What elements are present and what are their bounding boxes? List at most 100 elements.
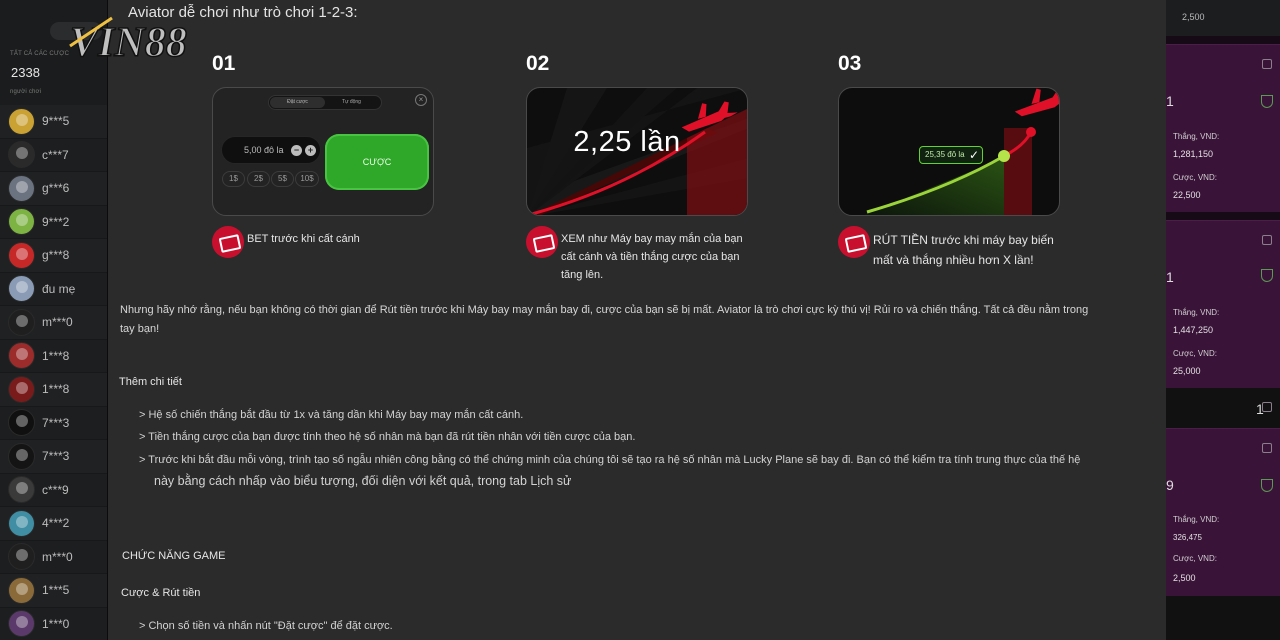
win-card-3: 9 Thắng, VND: 326,475 Cược, VND: 2,500 xyxy=(1166,428,1280,596)
avatar xyxy=(8,241,35,269)
win-card-1: 1 Thắng, VND: 1,281,150 Cược, VND: 22,50… xyxy=(1166,44,1280,212)
step-number-2: 02 xyxy=(526,52,550,75)
bet-value: 2,500 xyxy=(1173,573,1196,583)
bet-player-name: m***0 xyxy=(42,549,73,564)
tab-auto: Tự động xyxy=(342,99,361,105)
avatar xyxy=(8,610,35,638)
chip-2: 2$ xyxy=(247,171,270,187)
avatar xyxy=(8,107,35,135)
players-label: người chơi xyxy=(10,89,42,95)
win-label: Thắng, VND: xyxy=(1173,515,1220,524)
functions-heading: CHỨC NĂNG GAME xyxy=(122,550,226,562)
bet-player-name: c***7 xyxy=(42,147,69,162)
bet-row: m***0 xyxy=(0,540,107,574)
avatar xyxy=(8,141,35,169)
bet-player-name: m***0 xyxy=(42,315,73,330)
bet-button: CƯỢC xyxy=(325,134,429,190)
bet-player-name: c***9 xyxy=(42,482,69,497)
bet-row: 7***3 xyxy=(0,406,107,440)
vin88-logo: VIN88 xyxy=(62,12,222,64)
card-digit-1: 1 xyxy=(1166,93,1174,109)
thumb-up-icon[interactable] xyxy=(1262,235,1272,245)
money-icon xyxy=(212,226,244,258)
tab-bet: Đặt cược xyxy=(270,97,325,108)
avatar xyxy=(8,308,35,336)
bet-row: 1***0 xyxy=(0,607,107,640)
warning-paragraph: Nhưng hãy nhớ rằng, nếu bạn không có thờ… xyxy=(120,304,1089,335)
top-wins-header: 2,500 xyxy=(1166,0,1280,36)
avatar xyxy=(8,409,35,437)
avatar xyxy=(8,375,35,403)
bet-player-name: g***8 xyxy=(42,248,70,263)
bet-row: m***0 xyxy=(0,306,107,340)
chip-5: 5$ xyxy=(271,171,294,187)
shield-icon[interactable] xyxy=(1261,269,1273,282)
shield-icon[interactable] xyxy=(1261,479,1273,492)
bet-row: 4***2 xyxy=(0,507,107,541)
chip-10: 10$ xyxy=(295,171,319,187)
step-caption-1: BET trước khi cất cánh xyxy=(212,226,360,258)
bet-amount-field: 5,00 đô la − + xyxy=(221,136,321,164)
aviator-help-page: TẤT CẢ CÁC CƯỢC 2338 người chơi 9***5 c**… xyxy=(0,0,1280,640)
thumb-up-icon[interactable] xyxy=(1262,443,1272,453)
bet-row: 1***5 xyxy=(0,574,107,608)
win-card-2: 1 Thắng, VND: 1,447,250 Cược, VND: 25,00… xyxy=(1166,220,1280,388)
avatar xyxy=(8,275,35,303)
bet-row: 9***5 xyxy=(0,105,107,139)
bet-player-name: g***6 xyxy=(42,181,70,196)
bet-mode-toggle: Đặt cược Tự động xyxy=(268,95,382,110)
win-value: 1,281,150 xyxy=(1173,149,1214,159)
bet-player-name: 9***2 xyxy=(42,214,70,229)
avatar xyxy=(8,543,35,571)
thumb-up-icon[interactable] xyxy=(1262,402,1272,412)
win-label: Thắng, VND: xyxy=(1173,308,1220,317)
plus-icon: + xyxy=(305,145,316,156)
bet-label: Cược, VND: xyxy=(1173,554,1217,563)
bet-value: 25,000 xyxy=(1173,366,1201,376)
bet-row: 9***2 xyxy=(0,205,107,239)
bet-player-name: 1***0 xyxy=(42,616,70,631)
money-icon xyxy=(838,226,870,258)
avatar xyxy=(8,476,35,504)
bet-player-name: 1***8 xyxy=(42,348,70,363)
detail-item-3: > Trước khi bắt đầu mỗi vòng, trình tạo … xyxy=(139,454,1081,466)
flight-illustration: 2,25 lần xyxy=(526,87,748,216)
bet-cashout-heading: Cược & Rút tiền xyxy=(121,587,201,599)
bet-player-name: 7***3 xyxy=(42,415,70,430)
close-icon: × xyxy=(415,94,427,106)
bet-row: g***6 xyxy=(0,172,107,206)
card-digit-4: 9 xyxy=(1166,477,1174,493)
top-wins-panel: 2,500 1 Thắng, VND: 1,281,150 Cược, VND:… xyxy=(1166,0,1280,640)
bet-label: Cược, VND: xyxy=(1173,349,1217,358)
step-number-3: 03 xyxy=(838,52,862,75)
bet-row: c***9 xyxy=(0,473,107,507)
bet-panel-illustration: Đặt cược Tự động × 5,00 đô la − + 1$ 2$ … xyxy=(212,87,434,216)
bet-player-name: 4***2 xyxy=(42,516,70,531)
win-card-separator: 1 xyxy=(1166,388,1280,428)
bets-sidebar: TẤT CẢ CÁC CƯỢC 2338 người chơi 9***5 c**… xyxy=(0,0,108,640)
plane-icon-3 xyxy=(1014,88,1059,117)
panel-footer xyxy=(1166,596,1280,640)
details-heading: Thêm chi tiết xyxy=(119,376,182,388)
step-caption-3: RÚT TIỀN trước khi máy bay biến mất và t… xyxy=(838,226,1054,270)
bet-label: Cược, VND: xyxy=(1173,173,1217,182)
bets-count: 2338 xyxy=(11,65,40,80)
bet-row: g***8 xyxy=(0,239,107,273)
win-label: Thắng, VND: xyxy=(1173,132,1220,141)
shield-icon[interactable] xyxy=(1261,95,1273,108)
avatar xyxy=(8,576,35,604)
bet-list: 9***5 c***7 g***6 9***2 g***8 đu mẹ m***0 1***8… xyxy=(0,105,107,640)
thumb-up-icon[interactable] xyxy=(1262,59,1272,69)
bet-player-name: 7***3 xyxy=(42,449,70,464)
bet-player-name: 1***8 xyxy=(42,382,70,397)
avatar xyxy=(8,174,35,202)
check-icon: ✓ xyxy=(968,148,979,162)
bet-row: c***7 xyxy=(0,138,107,172)
bet-cashout-item: > Chọn số tiền và nhấn nút "Đặt cược" để… xyxy=(139,620,393,632)
bet-player-name: 9***5 xyxy=(42,114,70,129)
minus-icon: − xyxy=(291,145,302,156)
avatar xyxy=(8,509,35,537)
bet-row: 1***8 xyxy=(0,339,107,373)
caption-text-3: RÚT TIỀN trước khi máy bay biến mất và t… xyxy=(873,233,1054,267)
bet-player-name: 1***5 xyxy=(42,583,70,598)
